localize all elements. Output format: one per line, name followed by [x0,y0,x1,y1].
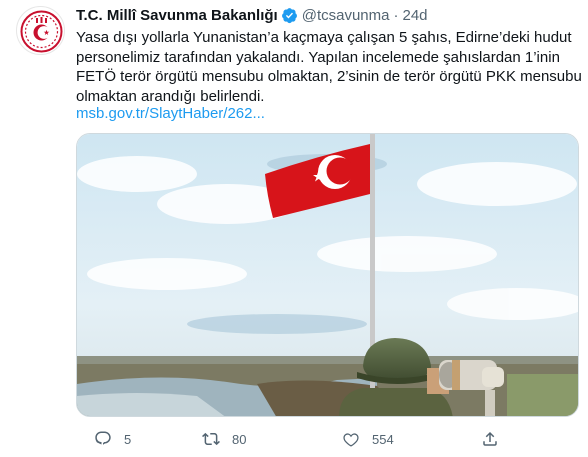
like-button[interactable]: 554 [342,430,394,448]
tweet-text-line: FETÖ terör örgütü mensubu olmaktan, 2’si… [76,68,582,85]
tweet-timestamp[interactable]: 24d [402,7,427,24]
heart-icon [343,433,359,447]
tweet-text-line: personelimiz tarafından yakalandı. Yapıl… [76,48,560,66]
reply-icon [95,431,111,445]
tweet-text-line: olmaktan arandığı belirlendi. [76,87,265,105]
like-count: 554 [372,431,394,447]
retweet-count: 80 [232,431,247,447]
author-handle[interactable]: @tcsavunma [302,7,390,24]
separator-dot: · [393,6,399,24]
retweet-button[interactable]: 80 [202,430,246,448]
tweet[interactable]: T.C. Millî Savunma Bakanlığı @tcsavunma … [0,0,588,457]
share-button[interactable] [481,430,499,448]
avatar[interactable] [16,6,65,55]
border-photo [77,134,578,416]
verified-badge-icon [281,7,298,24]
reply-count: 5 [124,431,132,447]
tweet-text-line: Yasa dışı yollarla Yunanistan’a kaçmaya … [76,29,572,46]
tweet-link[interactable]: msb.gov.tr/SlaytHaber/262... [76,105,265,122]
share-icon [483,431,497,446]
tweet-header: T.C. Millî Savunma Bakanlığı @tcsavunma … [76,5,428,25]
retweet-icon [202,432,220,446]
reply-button[interactable]: 5 [94,430,131,448]
tweet-image[interactable] [76,133,579,417]
author-name[interactable]: T.C. Millî Savunma Bakanlığı [76,7,278,24]
tweet-text: Yasa dışı yollarla Yunanistan’a kaçmaya … [76,28,582,106]
ministry-emblem-icon [20,10,63,53]
tweet-actions: 5 80 554 [76,428,536,450]
